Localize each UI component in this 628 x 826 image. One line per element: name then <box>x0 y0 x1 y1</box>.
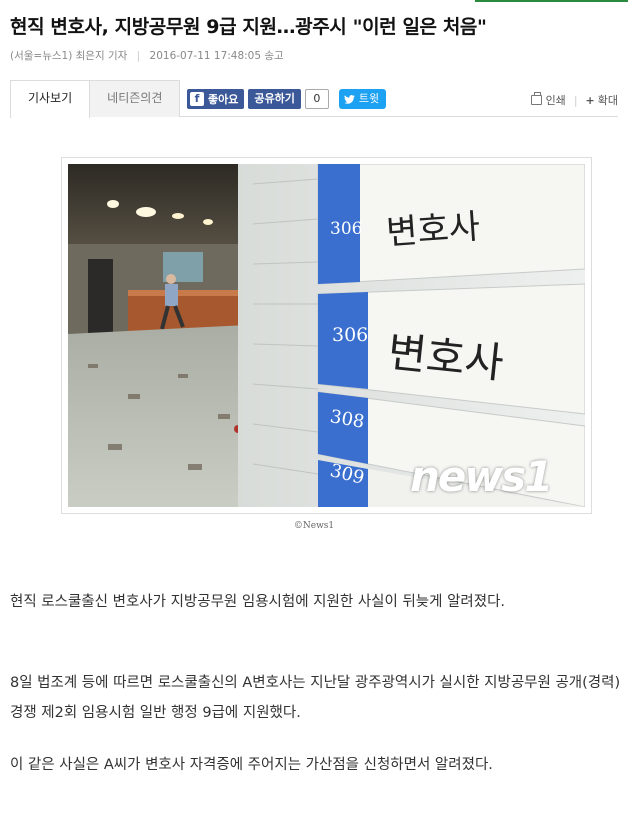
twitter-tweet-label: 트윗 <box>358 92 380 105</box>
share-button[interactable]: 공유하기 <box>248 89 301 109</box>
print-button[interactable]: 인쇄 <box>530 92 566 108</box>
byline-separator: | <box>136 50 141 62</box>
article-toolbar: 기사보기 네티즌의견 f 좋아요 공유하기 0 트윗 인쇄 | + 확대 <box>10 80 618 118</box>
byline-datetime: 2016-07-11 17:48:05 송고 <box>149 50 284 62</box>
share-count: 0 <box>304 89 329 109</box>
article-tabs: 기사보기 네티즌의견 <box>10 80 181 118</box>
article-tools: 인쇄 | + 확대 <box>530 92 618 108</box>
printer-icon <box>530 92 542 105</box>
article-paragraph: 현직 로스쿨출신 변호사가 지방공무원 임용시험에 지원한 사실이 뒤늦게 알려… <box>10 594 506 610</box>
print-label: 인쇄 <box>545 94 566 107</box>
news1-watermark: news1 <box>410 452 553 501</box>
facebook-like-button[interactable]: f 좋아요 <box>187 89 245 109</box>
top-accent-line <box>475 0 628 2</box>
tab-comments[interactable]: 네티즌의견 <box>90 80 181 117</box>
plate-number: 306 <box>330 219 363 239</box>
byline-source: (서울=뉴스1) 최은지 기자 <box>10 50 128 62</box>
facebook-icon: f <box>190 92 204 106</box>
plate-text: 변호사 <box>385 327 506 388</box>
article-photo: 306 변호사 306 변호사 308 309 news1 <box>68 164 585 507</box>
tools-separator: | <box>573 93 578 107</box>
twitter-tweet-button[interactable]: 트윗 <box>338 89 387 109</box>
zoom-label: 확대 <box>597 94 618 107</box>
article-photo-frame: 306 변호사 306 변호사 308 309 news1 <box>61 157 592 514</box>
share-buttons: f 좋아요 공유하기 0 트윗 <box>187 89 387 109</box>
article-paragraph: 이 같은 사실은 A씨가 변호사 자격증에 주어지는 가산점을 신청하면서 알려… <box>10 757 493 773</box>
photo-caption: ©News1 <box>293 521 335 531</box>
twitter-icon <box>343 94 355 104</box>
article-title: 현직 변호사, 지방공무원 9급 지원…광주시 "이런 일은 처음" <box>10 16 487 38</box>
plate-number: 306 <box>332 324 369 346</box>
tab-article[interactable]: 기사보기 <box>10 80 91 118</box>
byline: (서울=뉴스1) 최은지 기자 | 2016-07-11 17:48:05 송고 <box>10 48 284 63</box>
article-paragraph: 8일 법조계 등에 따르면 로스쿨출신의 A변호사는 지난달 광주광역시가 실시… <box>10 675 621 721</box>
plus-icon: + <box>585 93 595 107</box>
facebook-like-label: 좋아요 <box>208 93 239 106</box>
plate-text: 변호사 <box>384 206 482 254</box>
zoom-button[interactable]: + 확대 <box>586 92 618 108</box>
